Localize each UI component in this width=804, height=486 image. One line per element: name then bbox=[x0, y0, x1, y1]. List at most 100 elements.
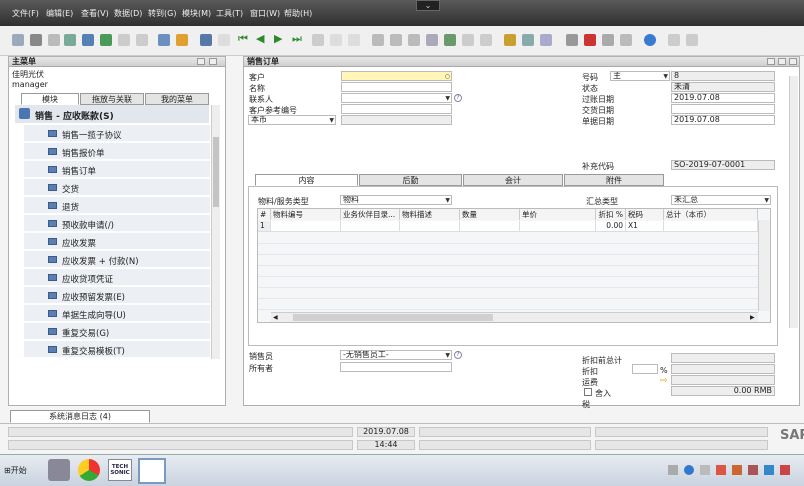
menu-item-delivery[interactable]: 交货 bbox=[24, 179, 210, 196]
tray-app5-icon[interactable] bbox=[780, 465, 790, 475]
lock-icon[interactable] bbox=[176, 34, 188, 46]
delivery-date-input[interactable] bbox=[671, 104, 775, 114]
section-header[interactable]: 销售 - 应收账款(S) bbox=[15, 105, 209, 123]
choose-from-list-icon[interactable]: ○ bbox=[445, 73, 450, 80]
calc-icon[interactable] bbox=[602, 34, 614, 46]
panel-restore-icon[interactable] bbox=[197, 58, 205, 65]
rounding-checkbox[interactable] bbox=[584, 388, 592, 396]
contact-info-icon[interactable]: ? bbox=[454, 94, 462, 102]
price-cell[interactable] bbox=[520, 221, 596, 232]
tab-contents[interactable]: 内容 bbox=[255, 174, 358, 186]
menu-edit[interactable]: 编辑(E) bbox=[46, 8, 73, 19]
col-quantity-header[interactable]: 数量 bbox=[460, 209, 520, 220]
tab-modules[interactable]: 模块 bbox=[21, 93, 79, 105]
tray-app2-icon[interactable] bbox=[732, 465, 742, 475]
col-item-no-header[interactable]: 物料编号 bbox=[271, 209, 341, 220]
chart-icon[interactable] bbox=[444, 34, 456, 46]
menu-item-reserve-invoice[interactable]: 应收预留发票(E) bbox=[24, 287, 210, 304]
description-cell[interactable] bbox=[400, 221, 460, 232]
tax-code-cell[interactable]: X1 bbox=[626, 221, 664, 232]
preview-icon[interactable] bbox=[12, 34, 24, 46]
menu-goto[interactable]: 转到(G) bbox=[148, 8, 176, 19]
help-icon[interactable] bbox=[644, 34, 656, 46]
email-icon[interactable] bbox=[48, 34, 60, 46]
tab-drag-relate[interactable]: 拖放与关联 bbox=[80, 93, 144, 105]
discount-cell[interactable]: 0.00 bbox=[596, 221, 626, 232]
employee-info-icon[interactable]: ? bbox=[454, 351, 462, 359]
window-minimize-icon[interactable] bbox=[767, 58, 775, 65]
layout-icon[interactable] bbox=[462, 34, 474, 46]
tab-attachments[interactable]: 附件 bbox=[564, 174, 664, 186]
owner-input[interactable] bbox=[340, 362, 452, 372]
tray-app3-icon[interactable] bbox=[748, 465, 758, 475]
up-icon[interactable] bbox=[158, 34, 170, 46]
tab-my-menu[interactable]: 我的菜单 bbox=[145, 93, 209, 105]
col-description-header[interactable]: 物料描述 bbox=[400, 209, 460, 220]
menu-tools[interactable]: 工具(T) bbox=[216, 8, 243, 19]
menu-modules[interactable]: 模块(M) bbox=[182, 8, 211, 19]
item-no-cell[interactable] bbox=[271, 221, 341, 232]
menu-item-return[interactable]: 退货 bbox=[24, 197, 210, 214]
tray-printer-icon[interactable] bbox=[668, 465, 678, 475]
sap-b1-taskbar-icon[interactable] bbox=[138, 458, 166, 484]
export-word-icon[interactable] bbox=[82, 34, 94, 46]
prev-record-icon[interactable]: ◀ bbox=[256, 33, 268, 46]
gross-profit-icon[interactable] bbox=[426, 34, 438, 46]
menu-item-ar-invoice-payment[interactable]: 应收发票 + 付款(N) bbox=[24, 251, 210, 268]
posting-date-input[interactable]: 2019.07.08 bbox=[671, 93, 775, 103]
tab-logistics[interactable]: 后勤 bbox=[359, 174, 462, 186]
menu-item-ar-invoice[interactable]: 应收发票 bbox=[24, 233, 210, 250]
menu-window[interactable]: 窗口(W) bbox=[250, 8, 280, 19]
total-cell[interactable] bbox=[664, 221, 758, 232]
collapse-chevron-icon[interactable]: ⌄ bbox=[416, 0, 440, 11]
target-doc-icon[interactable] bbox=[390, 34, 402, 46]
note-icon[interactable] bbox=[522, 34, 534, 46]
form-settings-icon[interactable] bbox=[540, 34, 552, 46]
add-icon[interactable] bbox=[218, 34, 230, 46]
pen-icon[interactable] bbox=[504, 34, 516, 46]
menu-item-recurring-template[interactable]: 重复交易模板(T) bbox=[24, 341, 210, 358]
sms-icon[interactable] bbox=[64, 34, 76, 46]
tray-network-icon[interactable] bbox=[700, 465, 710, 475]
menu-view[interactable]: 查看(V) bbox=[81, 8, 109, 19]
menu-item-sales-agreement[interactable]: 销售一揽子协议 bbox=[24, 125, 210, 142]
window-icon[interactable] bbox=[668, 34, 680, 46]
sort-icon[interactable] bbox=[348, 34, 360, 46]
name-input[interactable] bbox=[341, 82, 452, 92]
settings-icon[interactable] bbox=[480, 34, 492, 46]
tray-app4-icon[interactable] bbox=[764, 465, 774, 475]
doc-icon[interactable] bbox=[118, 34, 130, 46]
col-bp-catalog-header[interactable]: 业务伙伴目录... bbox=[341, 209, 400, 220]
freight-arrow-icon[interactable]: ⇨ bbox=[660, 376, 668, 386]
col-tax-header[interactable]: 税码 bbox=[626, 209, 664, 220]
next-record-icon[interactable]: ▶ bbox=[274, 33, 286, 46]
discount-percent-input[interactable] bbox=[632, 364, 658, 374]
menu-data[interactable]: 数据(D) bbox=[114, 8, 142, 19]
contact-select[interactable]: ▼ bbox=[341, 93, 452, 103]
copy-icon[interactable] bbox=[408, 34, 420, 46]
menu-item-doc-wizard[interactable]: 单据生成向导(U) bbox=[24, 305, 210, 322]
sales-employee-select[interactable]: -无销售员工- ▼ bbox=[340, 350, 452, 360]
item-type-select[interactable]: 物料 ▼ bbox=[340, 195, 452, 205]
hscroll-thumb[interactable] bbox=[293, 314, 493, 321]
tab-accounting[interactable]: 会计 bbox=[463, 174, 563, 186]
system-message-log-tab[interactable]: 系统消息日志 (4) bbox=[10, 410, 150, 423]
export-excel-icon[interactable] bbox=[100, 34, 112, 46]
ref-input[interactable] bbox=[341, 104, 452, 114]
start-button[interactable]: ⊞开始 bbox=[2, 463, 34, 479]
menu-item-sales-order[interactable]: 销售订单 bbox=[24, 161, 210, 178]
menu-item-recurring[interactable]: 重复交易(G) bbox=[24, 323, 210, 340]
tray-help-icon[interactable] bbox=[684, 465, 694, 475]
panel-close-icon[interactable] bbox=[209, 58, 217, 65]
window-scrollbar[interactable] bbox=[789, 76, 798, 328]
calendar-icon[interactable] bbox=[566, 34, 578, 46]
find-icon[interactable] bbox=[200, 34, 212, 46]
menu-item-down-payment-request[interactable]: 预收款申请(/) bbox=[24, 215, 210, 232]
doc2-icon[interactable] bbox=[136, 34, 148, 46]
window-maximize-icon[interactable] bbox=[778, 58, 786, 65]
summary-type-select[interactable]: 未汇总 ▼ bbox=[671, 195, 771, 205]
tray-app1-icon[interactable] bbox=[716, 465, 726, 475]
col-price-header[interactable]: 单价 bbox=[520, 209, 596, 220]
pdf-icon[interactable] bbox=[584, 34, 596, 46]
techsonic-icon[interactable]: TECH SONIC bbox=[108, 459, 132, 481]
